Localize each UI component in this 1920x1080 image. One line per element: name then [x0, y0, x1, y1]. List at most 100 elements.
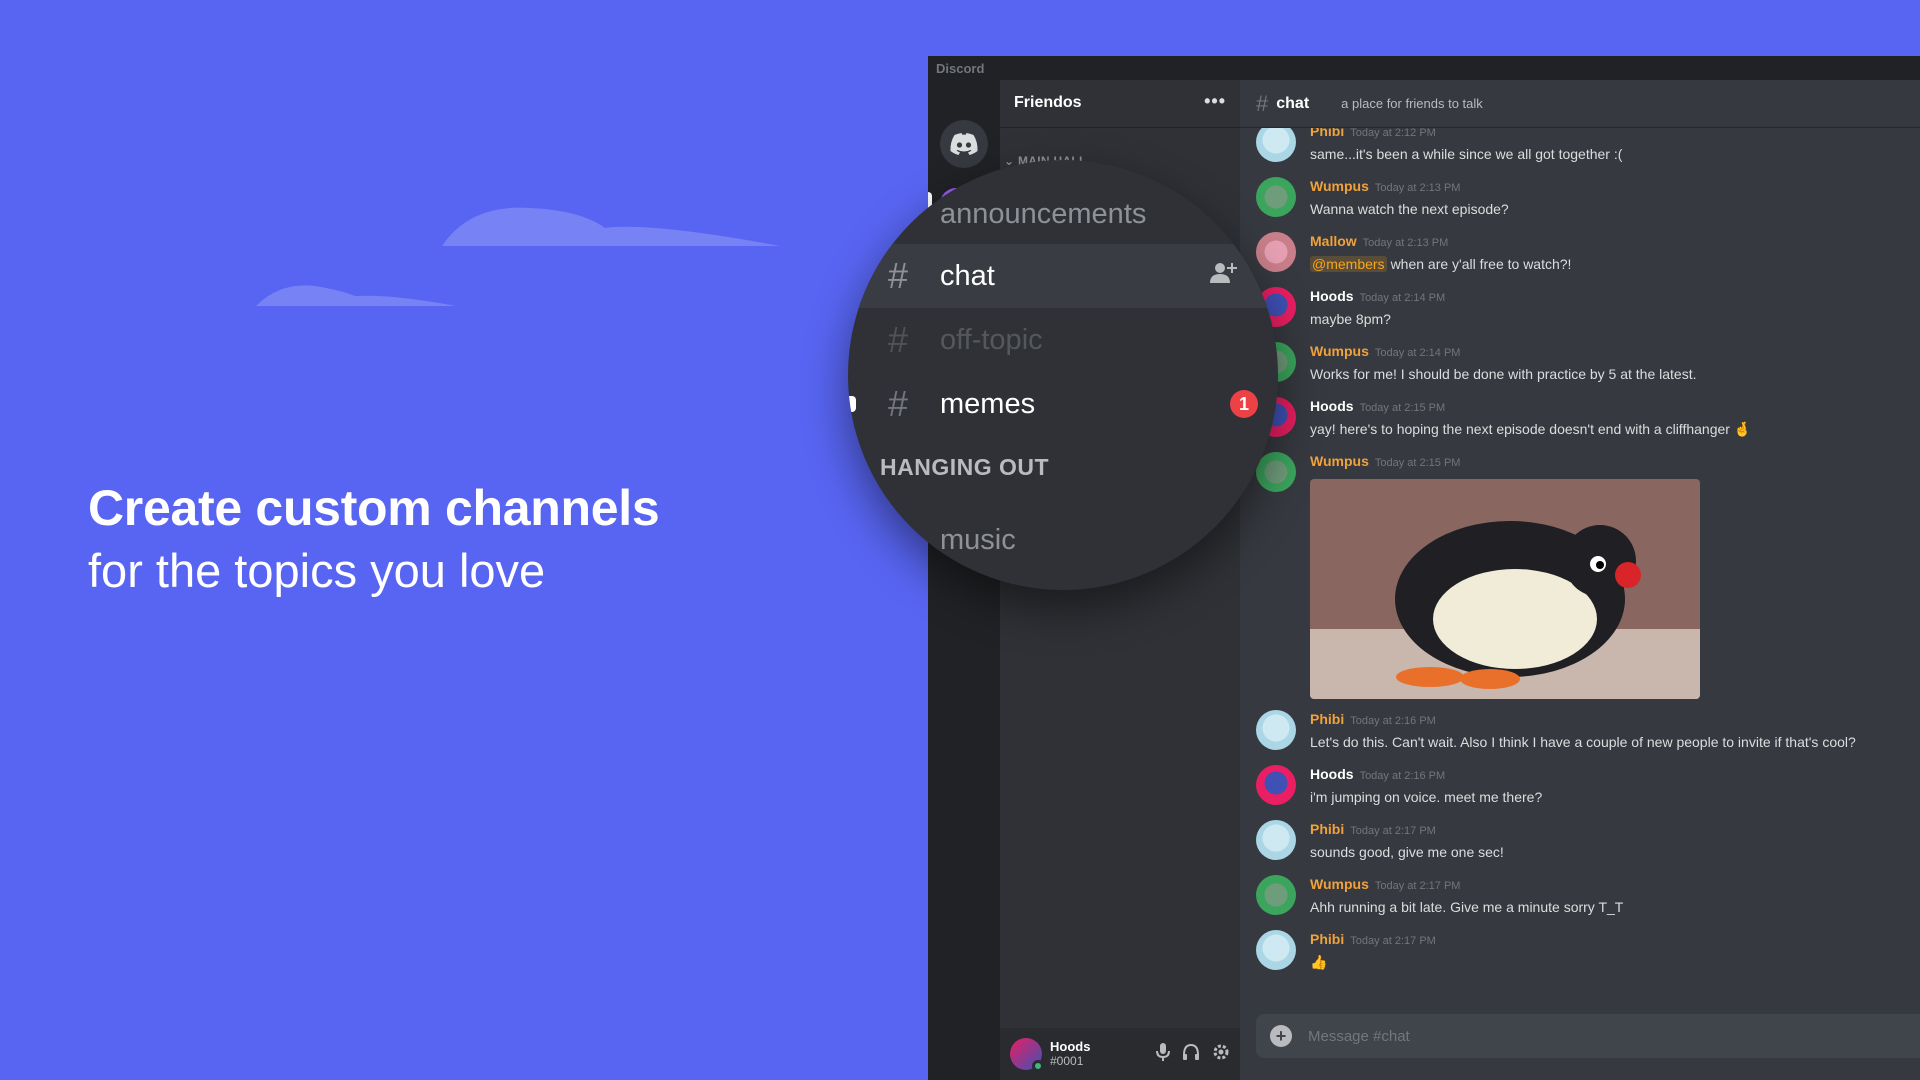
message-author[interactable]: Phibi	[1310, 821, 1344, 837]
microphone-icon[interactable]	[1156, 1042, 1170, 1066]
window-title: Discord	[928, 56, 1920, 80]
add-member-icon[interactable]	[1210, 261, 1238, 292]
message-author[interactable]: Hoods	[1310, 766, 1354, 782]
channel-label: music	[940, 523, 1016, 556]
channel-item-off-topic[interactable]: # off-topic	[848, 308, 1278, 372]
message-time: Today at 2:13 PM	[1362, 237, 1449, 249]
channel-item-chat[interactable]: # chat	[848, 244, 1278, 308]
message-input[interactable]	[1308, 1027, 1708, 1045]
hashtag-icon: #	[1256, 90, 1269, 116]
channel-title: chat	[1276, 94, 1310, 112]
hashtag-icon: #	[888, 319, 909, 360]
message: Phibi Today at 2:17 PM sounds good, give …	[1240, 820, 1920, 863]
avatar[interactable]	[1256, 820, 1296, 860]
headphones-icon[interactable]	[1182, 1043, 1200, 1066]
avatar[interactable]	[1010, 1038, 1044, 1072]
message-author[interactable]: Phibi	[1310, 711, 1344, 727]
channel-label: chat	[940, 259, 995, 292]
image-attachment[interactable]	[1310, 479, 1700, 699]
cloud-decoration	[256, 207, 780, 306]
message-time: Today at 2:17 PM	[1350, 825, 1436, 837]
server-header[interactable]: Friendos •••	[1000, 80, 1240, 128]
unread-badge: 1	[1230, 390, 1258, 418]
message: Wumpus Today at 2:15 PM	[1240, 452, 1920, 699]
message-text: i'm jumping on voice. meet me there?	[1310, 789, 1543, 805]
avatar[interactable]	[1256, 765, 1296, 805]
plus-icon[interactable]: +	[1270, 1025, 1292, 1047]
message: Phibi Today at 2:12 PM same...it's been a…	[1240, 128, 1920, 165]
hashtag-icon: #	[888, 519, 909, 560]
user-panel: Hoods #0001	[1000, 1028, 1240, 1080]
message: Wumpus Today at 2:13 PM Wanna watch the n…	[1240, 177, 1920, 220]
message-time: Today at 2:14 PM	[1359, 292, 1446, 304]
message-text: yay! here's to hoping the next episode d…	[1310, 421, 1752, 437]
mention-tag[interactable]: @members	[1310, 256, 1387, 272]
penguin-gif-image	[1310, 479, 1700, 699]
thumbs-up-emoji: 👍	[1310, 954, 1328, 970]
message: Hoods Today at 2:14 PM maybe 8pm?	[1240, 287, 1920, 330]
channel-item-announcements[interactable]: announcements	[848, 182, 1278, 246]
message-list[interactable]: Phibi Today at 2:12 PM same...it's been a…	[1240, 128, 1920, 1018]
message-author[interactable]: Wumpus	[1310, 453, 1369, 469]
channel-label: announcements	[940, 197, 1147, 230]
message-text: when are y'all free to watch?!	[1390, 256, 1572, 272]
promo-subline: for the topics you love	[88, 544, 546, 597]
avatar[interactable]	[1256, 875, 1296, 915]
hashtag-icon: #	[888, 383, 909, 424]
message-author[interactable]: Wumpus	[1310, 876, 1369, 892]
channel-label: memes	[940, 387, 1036, 420]
more-options-icon[interactable]: •••	[1204, 91, 1226, 112]
hashtag-icon: #	[888, 255, 909, 296]
chat-pane: # chat a place for friends to talk Phibi…	[1240, 80, 1920, 1080]
message-author[interactable]: Mallow	[1310, 233, 1357, 249]
avatar[interactable]	[1256, 128, 1296, 162]
discord-logo-icon	[950, 133, 978, 155]
message-author[interactable]: Phibi	[1310, 931, 1344, 947]
channel-item-music[interactable]: # music	[848, 508, 1278, 572]
promo-headline: Create custom channels	[88, 480, 660, 536]
chat-header: # chat a place for friends to talk	[1240, 80, 1920, 128]
message-author[interactable]: Phibi	[1310, 128, 1344, 139]
user-tag: #0001	[1050, 1053, 1084, 1068]
message-time: Today at 2:17 PM	[1374, 880, 1461, 892]
message: Phibi Today at 2:16 PM Let's do this. Can…	[1240, 710, 1920, 753]
message-author[interactable]: Wumpus	[1310, 343, 1369, 359]
message-time: Today at 2:14 PM	[1374, 347, 1461, 359]
avatar[interactable]	[1256, 930, 1296, 970]
message-time: Today at 2:15 PM	[1374, 457, 1461, 469]
home-button[interactable]	[940, 120, 988, 168]
server-name: Friendos	[1014, 94, 1082, 111]
message-author[interactable]: Hoods	[1310, 398, 1354, 414]
message-text: same...it's been a while since we all go…	[1310, 146, 1623, 162]
message: Mallow Today at 2:13 PM @members when are …	[1240, 232, 1920, 275]
message-text: Let's do this. Can't wait. Also I think …	[1310, 734, 1856, 750]
category-hanging-out[interactable]: HANGING OUT	[880, 454, 1049, 481]
message-author[interactable]: Wumpus	[1310, 178, 1369, 194]
gear-icon[interactable]	[1212, 1043, 1230, 1066]
avatar[interactable]	[1256, 710, 1296, 750]
message: Hoods Today at 2:15 PM yay! here's to hop…	[1240, 397, 1920, 440]
message: Hoods Today at 2:16 PM i'm jumping on voi…	[1240, 765, 1920, 808]
message: Wumpus Today at 2:14 PM Works for me! I s…	[1240, 342, 1920, 385]
message-text: Ahh running a bit late. Give me a minute…	[1310, 899, 1624, 915]
message-text: Wanna watch the next episode?	[1310, 201, 1509, 217]
message-author[interactable]: Hoods	[1310, 288, 1354, 304]
avatar[interactable]	[1256, 452, 1296, 492]
channel-item-memes[interactable]: # memes 1	[848, 372, 1278, 436]
message-time: Today at 2:13 PM	[1374, 182, 1461, 194]
channel-label: off-topic	[940, 323, 1043, 356]
channel-magnifier: announcements # chat # off-topic # memes…	[848, 160, 1278, 590]
channel-topic: a place for friends to talk	[1341, 96, 1483, 111]
message-text: sounds good, give me one sec!	[1310, 844, 1504, 860]
promo-text: Create custom channels for the topics yo…	[88, 478, 660, 602]
message-time: Today at 2:16 PM	[1350, 715, 1436, 727]
message-time: Today at 2:16 PM	[1359, 770, 1446, 782]
username: Hoods	[1050, 1038, 1091, 1054]
message-text: maybe 8pm?	[1310, 311, 1391, 327]
message: Phibi Today at 2:17 PM 👍	[1240, 930, 1920, 973]
message-time: Today at 2:12 PM	[1350, 128, 1436, 139]
message-time: Today at 2:17 PM	[1350, 935, 1436, 947]
message-text: Works for me! I should be done with prac…	[1310, 366, 1697, 382]
unread-indicator	[848, 396, 856, 412]
message-time: Today at 2:15 PM	[1359, 402, 1446, 414]
